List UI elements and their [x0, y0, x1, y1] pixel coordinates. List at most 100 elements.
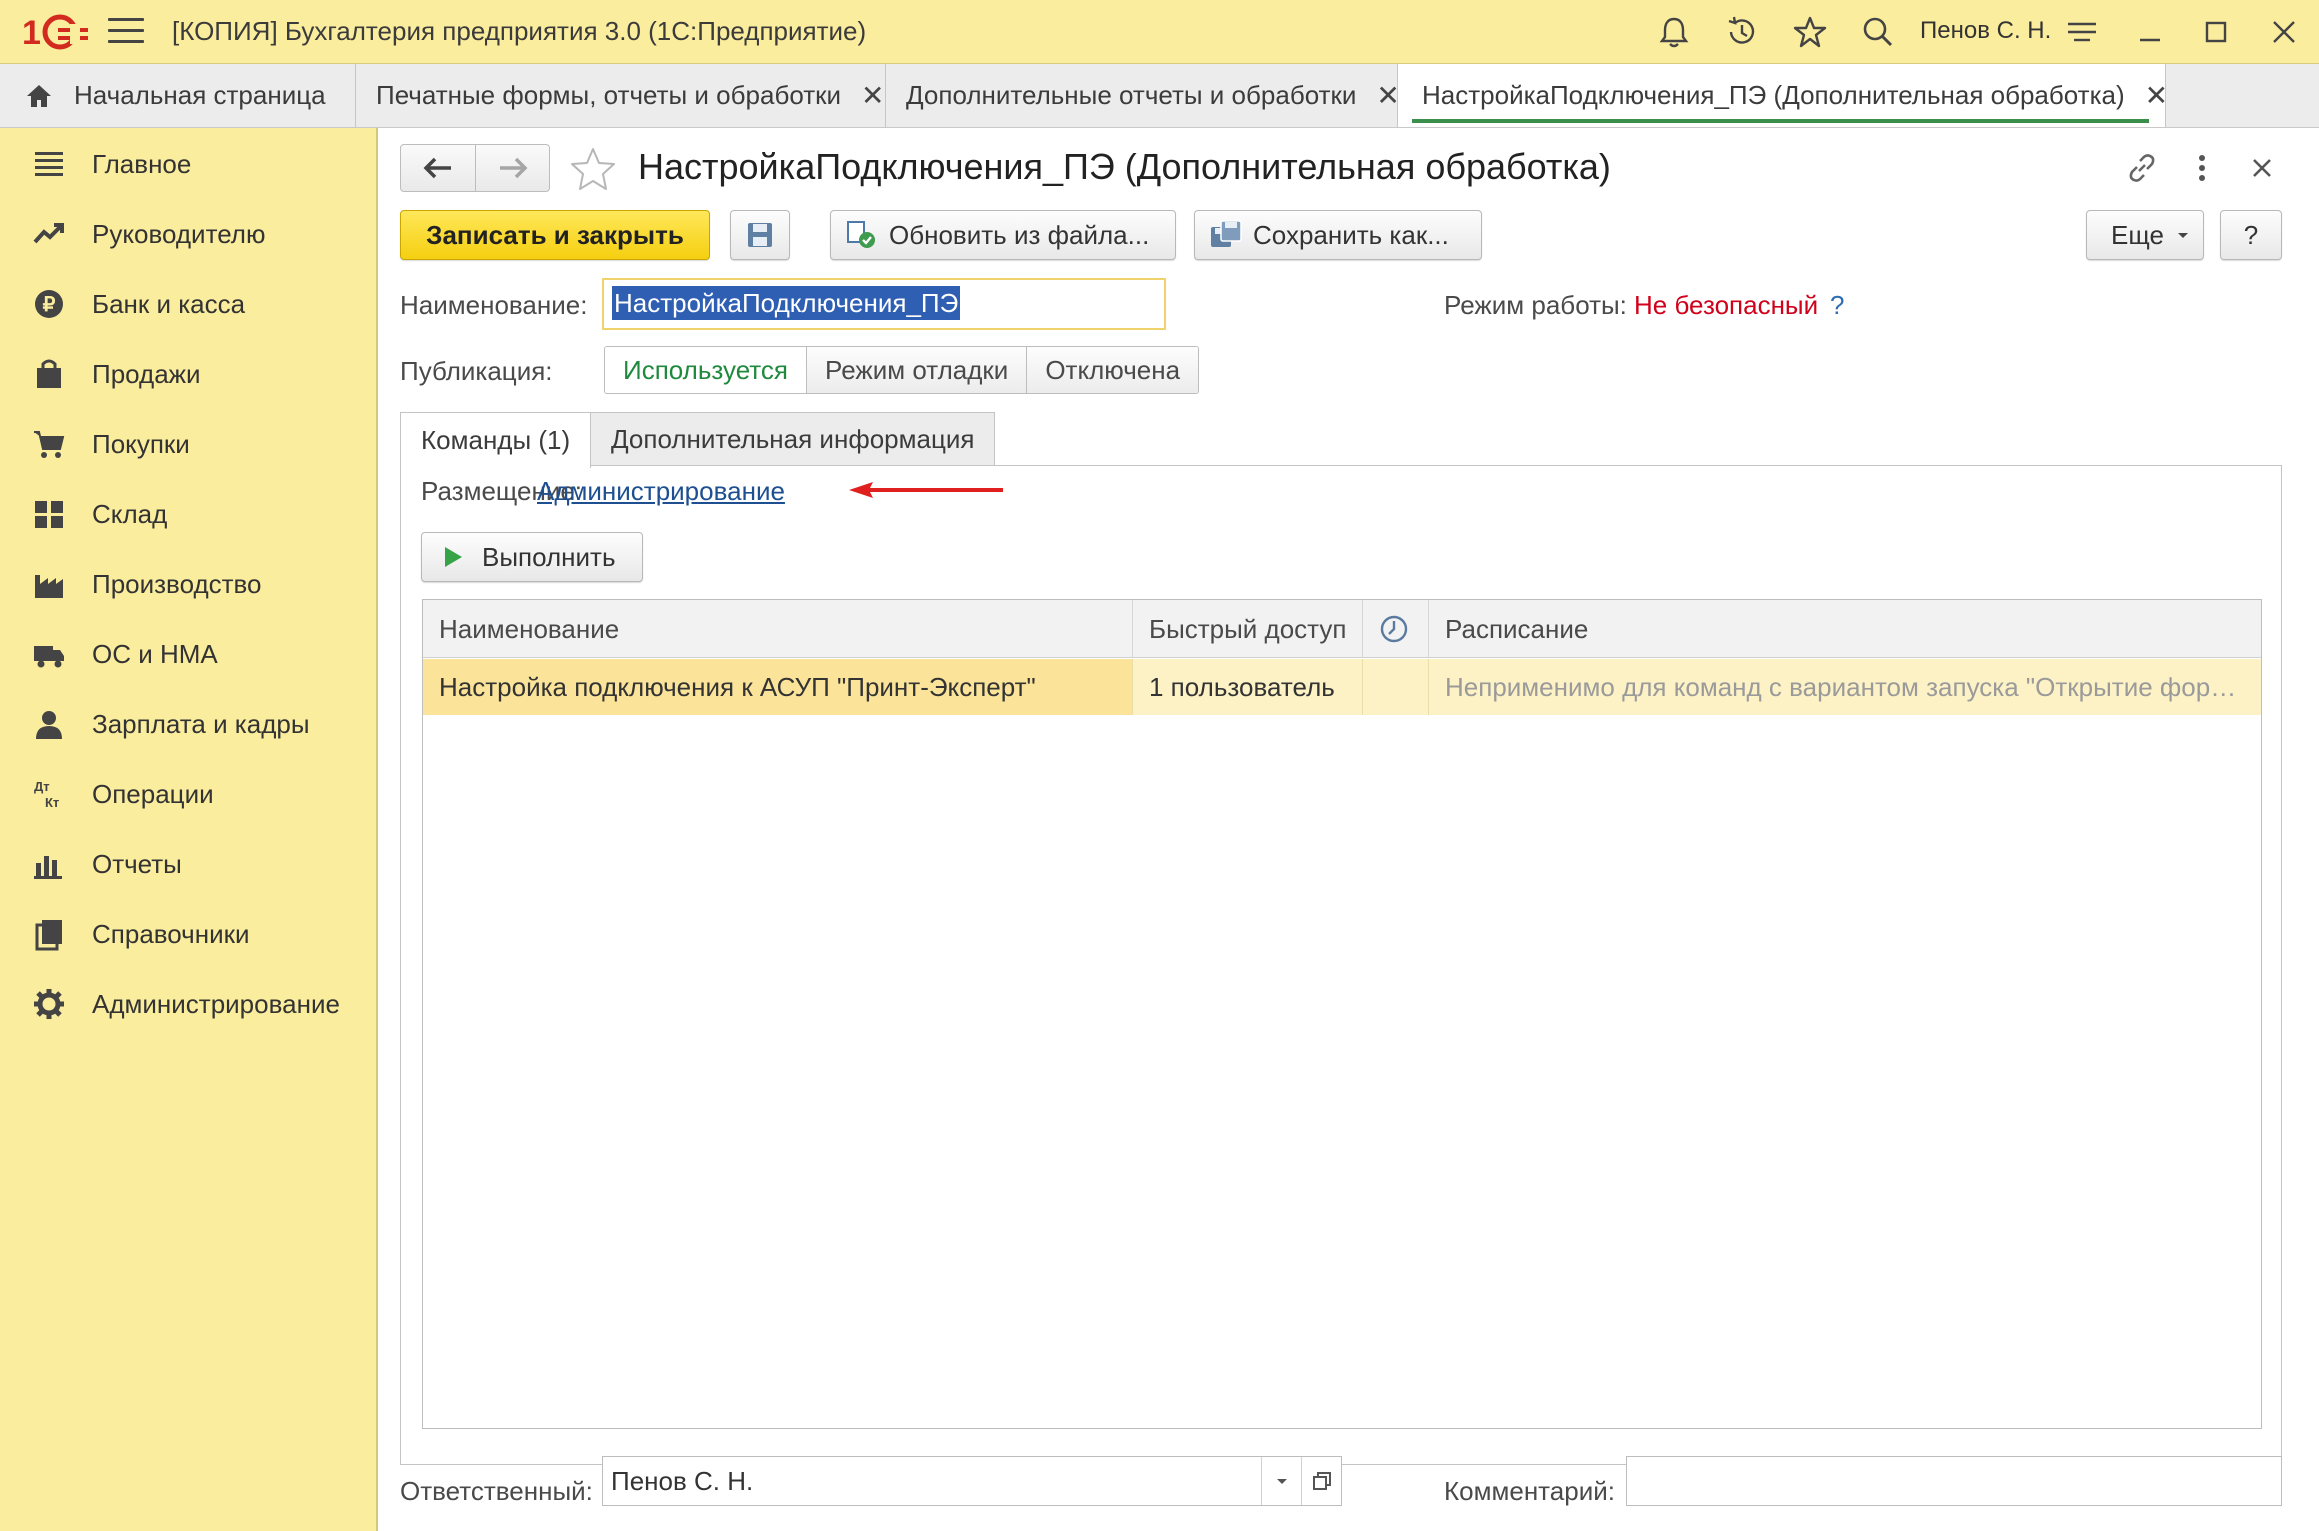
annotation-arrow-icon: [849, 482, 1003, 498]
table-row[interactable]: Настройка подключения к АСУП "Принт-Эксп…: [423, 659, 2261, 715]
arrow-right-icon: [499, 157, 527, 179]
mode-label: Режим работы:: [1444, 290, 1627, 320]
table-header: Наименование Быстрый доступ Расписание: [423, 600, 2261, 658]
sections-panel: Главное Руководителю ₽ Банк и касса Прод…: [0, 128, 378, 1531]
sidebar-item-salary[interactable]: Зарплата и кадры: [0, 694, 376, 754]
tab-home[interactable]: Начальная страница: [0, 64, 356, 127]
tab-home-label: Начальная страница: [74, 80, 326, 110]
sidebar-item-bank[interactable]: ₽ Банк и касса: [0, 274, 376, 334]
add-to-favorites-star-icon[interactable]: [568, 146, 618, 192]
sidebar-item-label: ОС и НМА: [92, 638, 218, 669]
open-windows-bar: Начальная страница Печатные формы, отчет…: [0, 64, 2319, 128]
back-button[interactable]: [401, 145, 475, 191]
tab-additional-reports[interactable]: Дополнительные отчеты и обработки ✕: [886, 64, 1400, 127]
placement-link[interactable]: Администрирование: [537, 476, 785, 507]
update-from-file-button[interactable]: Обновить из файла...: [830, 210, 1176, 260]
more-label: Еще: [2111, 219, 2164, 250]
person-icon: [36, 711, 62, 739]
tab-additional-info[interactable]: Дополнительная информация: [590, 412, 996, 466]
main-menu-button[interactable]: [108, 18, 144, 48]
tab-commands[interactable]: Команды (1): [400, 412, 592, 468]
publication-label: Публикация:: [400, 356, 553, 386]
column-header-quick-access[interactable]: Быстрый доступ: [1133, 600, 1363, 658]
svg-text:Кт: Кт: [45, 795, 59, 810]
sidebar-item-label: Продажи: [92, 358, 201, 389]
close-window-icon[interactable]: [2266, 14, 2302, 50]
app-title: [КОПИЯ] Бухгалтерия предприятия 3.0 (1С:…: [172, 16, 867, 46]
responsible-label: Ответственный:: [400, 1476, 593, 1506]
link-icon: [2129, 154, 2155, 182]
sidebar-item-warehouse[interactable]: Склад: [0, 484, 376, 544]
sidebar-item-main[interactable]: Главное: [0, 134, 376, 194]
search-icon[interactable]: [1860, 14, 1896, 50]
cell-name[interactable]: Настройка подключения к АСУП "Принт-Эксп…: [423, 659, 1133, 715]
name-label: Наименование:: [400, 290, 588, 320]
responsible-field[interactable]: Пенов С. Н.: [602, 1456, 1342, 1506]
svg-text:Дт: Дт: [34, 779, 50, 794]
column-header-schedule[interactable]: Расписание: [1429, 600, 2261, 658]
more-actions-button[interactable]: [2182, 148, 2222, 188]
help-button[interactable]: ?: [2220, 210, 2282, 260]
maximize-icon[interactable]: [2198, 14, 2234, 50]
publication-option-used[interactable]: Используется: [605, 347, 807, 393]
settings-icon[interactable]: [2064, 14, 2100, 50]
save-and-close-button[interactable]: Записать и закрыть: [400, 210, 710, 260]
bell-icon[interactable]: [1656, 14, 1692, 50]
gear-icon: [34, 989, 64, 1019]
column-header-name[interactable]: Наименование: [423, 600, 1133, 658]
form-title: НастройкаПодключения_ПЭ (Дополнительная …: [638, 146, 1611, 187]
sidebar-item-production[interactable]: Производство: [0, 554, 376, 614]
update-from-file-icon: [847, 221, 875, 248]
close-form-button[interactable]: [2242, 148, 2282, 188]
bag-icon: [37, 359, 61, 388]
name-field[interactable]: НастройкаПодключения_ПЭ: [602, 278, 1166, 330]
tab-close-icon[interactable]: ✕: [2145, 79, 2168, 112]
update-from-file-label: Обновить из файла...: [889, 219, 1150, 250]
sidebar-item-operations[interactable]: Дт Кт Операции: [0, 764, 376, 824]
sidebar-item-catalogs[interactable]: Справочники: [0, 904, 376, 964]
link-button[interactable]: [2122, 148, 2162, 188]
list-icon: [35, 152, 63, 176]
sidebar-item-label: Банк и касса: [92, 288, 246, 319]
sidebar-item-manager[interactable]: Руководителю: [0, 204, 376, 264]
responsible-open-button[interactable]: [1301, 1457, 1341, 1505]
responsible-dropdown-button[interactable]: [1261, 1457, 1301, 1505]
save-as-icon: [1211, 220, 1242, 247]
clock-icon: [1380, 615, 1408, 643]
column-header-schedule-flag[interactable]: [1363, 600, 1429, 658]
chevron-down-icon: [2177, 233, 2188, 238]
tab-print-forms[interactable]: Печатные формы, отчеты и обработки ✕: [356, 64, 886, 127]
cell-scheduled[interactable]: [1363, 659, 1429, 715]
sidebar-item-purchases[interactable]: Покупки: [0, 414, 376, 474]
sidebar-item-sales[interactable]: Продажи: [0, 344, 376, 404]
bar-chart-icon: [34, 856, 62, 879]
mode-value-link[interactable]: Не безопасный: [1634, 290, 1818, 321]
tab-close-icon[interactable]: ✕: [861, 79, 884, 112]
publication-switch: Используется Режим отладки Отключена: [604, 346, 1200, 394]
current-user[interactable]: Пенов С. Н.: [1920, 17, 2051, 45]
favorites-star-icon[interactable]: [1792, 14, 1828, 50]
forward-button[interactable]: [475, 145, 549, 191]
sidebar-item-reports[interactable]: Отчеты: [0, 834, 376, 894]
commands-table[interactable]: Наименование Быстрый доступ Расписание Н…: [422, 599, 2262, 1429]
save-button[interactable]: [730, 210, 790, 260]
history-icon[interactable]: [1724, 14, 1760, 50]
execute-button[interactable]: Выполнить: [421, 532, 643, 582]
publication-option-debug[interactable]: Режим отладки: [806, 347, 1027, 393]
minimize-icon[interactable]: [2132, 14, 2168, 50]
tab-close-icon[interactable]: ✕: [1376, 79, 1399, 112]
cell-quick-access[interactable]: 1 пользователь: [1133, 659, 1363, 715]
arrow-left-icon: [423, 157, 451, 179]
save-as-button[interactable]: Сохранить как...: [1194, 210, 1482, 260]
1c-logo-icon[interactable]: 1: [22, 10, 90, 54]
more-dropdown-button[interactable]: Еще: [2086, 210, 2204, 260]
cell-schedule[interactable]: Неприменимо для команд с вариантом запус…: [1429, 659, 2261, 715]
comment-field[interactable]: [1626, 1456, 2282, 1506]
sidebar-item-fixed-assets[interactable]: ОС и НМА: [0, 624, 376, 684]
sidebar-item-administration[interactable]: Администрирование: [0, 974, 376, 1034]
tab-connection-settings[interactable]: НастройкаПодключения_ПЭ (Дополнительная …: [1398, 64, 2168, 127]
sidebar-item-label: Склад: [92, 498, 168, 529]
mode-help-link[interactable]: ?: [1830, 290, 1844, 321]
open-window-icon: [1312, 1472, 1331, 1490]
publication-option-disabled[interactable]: Отключена: [1026, 347, 1199, 393]
